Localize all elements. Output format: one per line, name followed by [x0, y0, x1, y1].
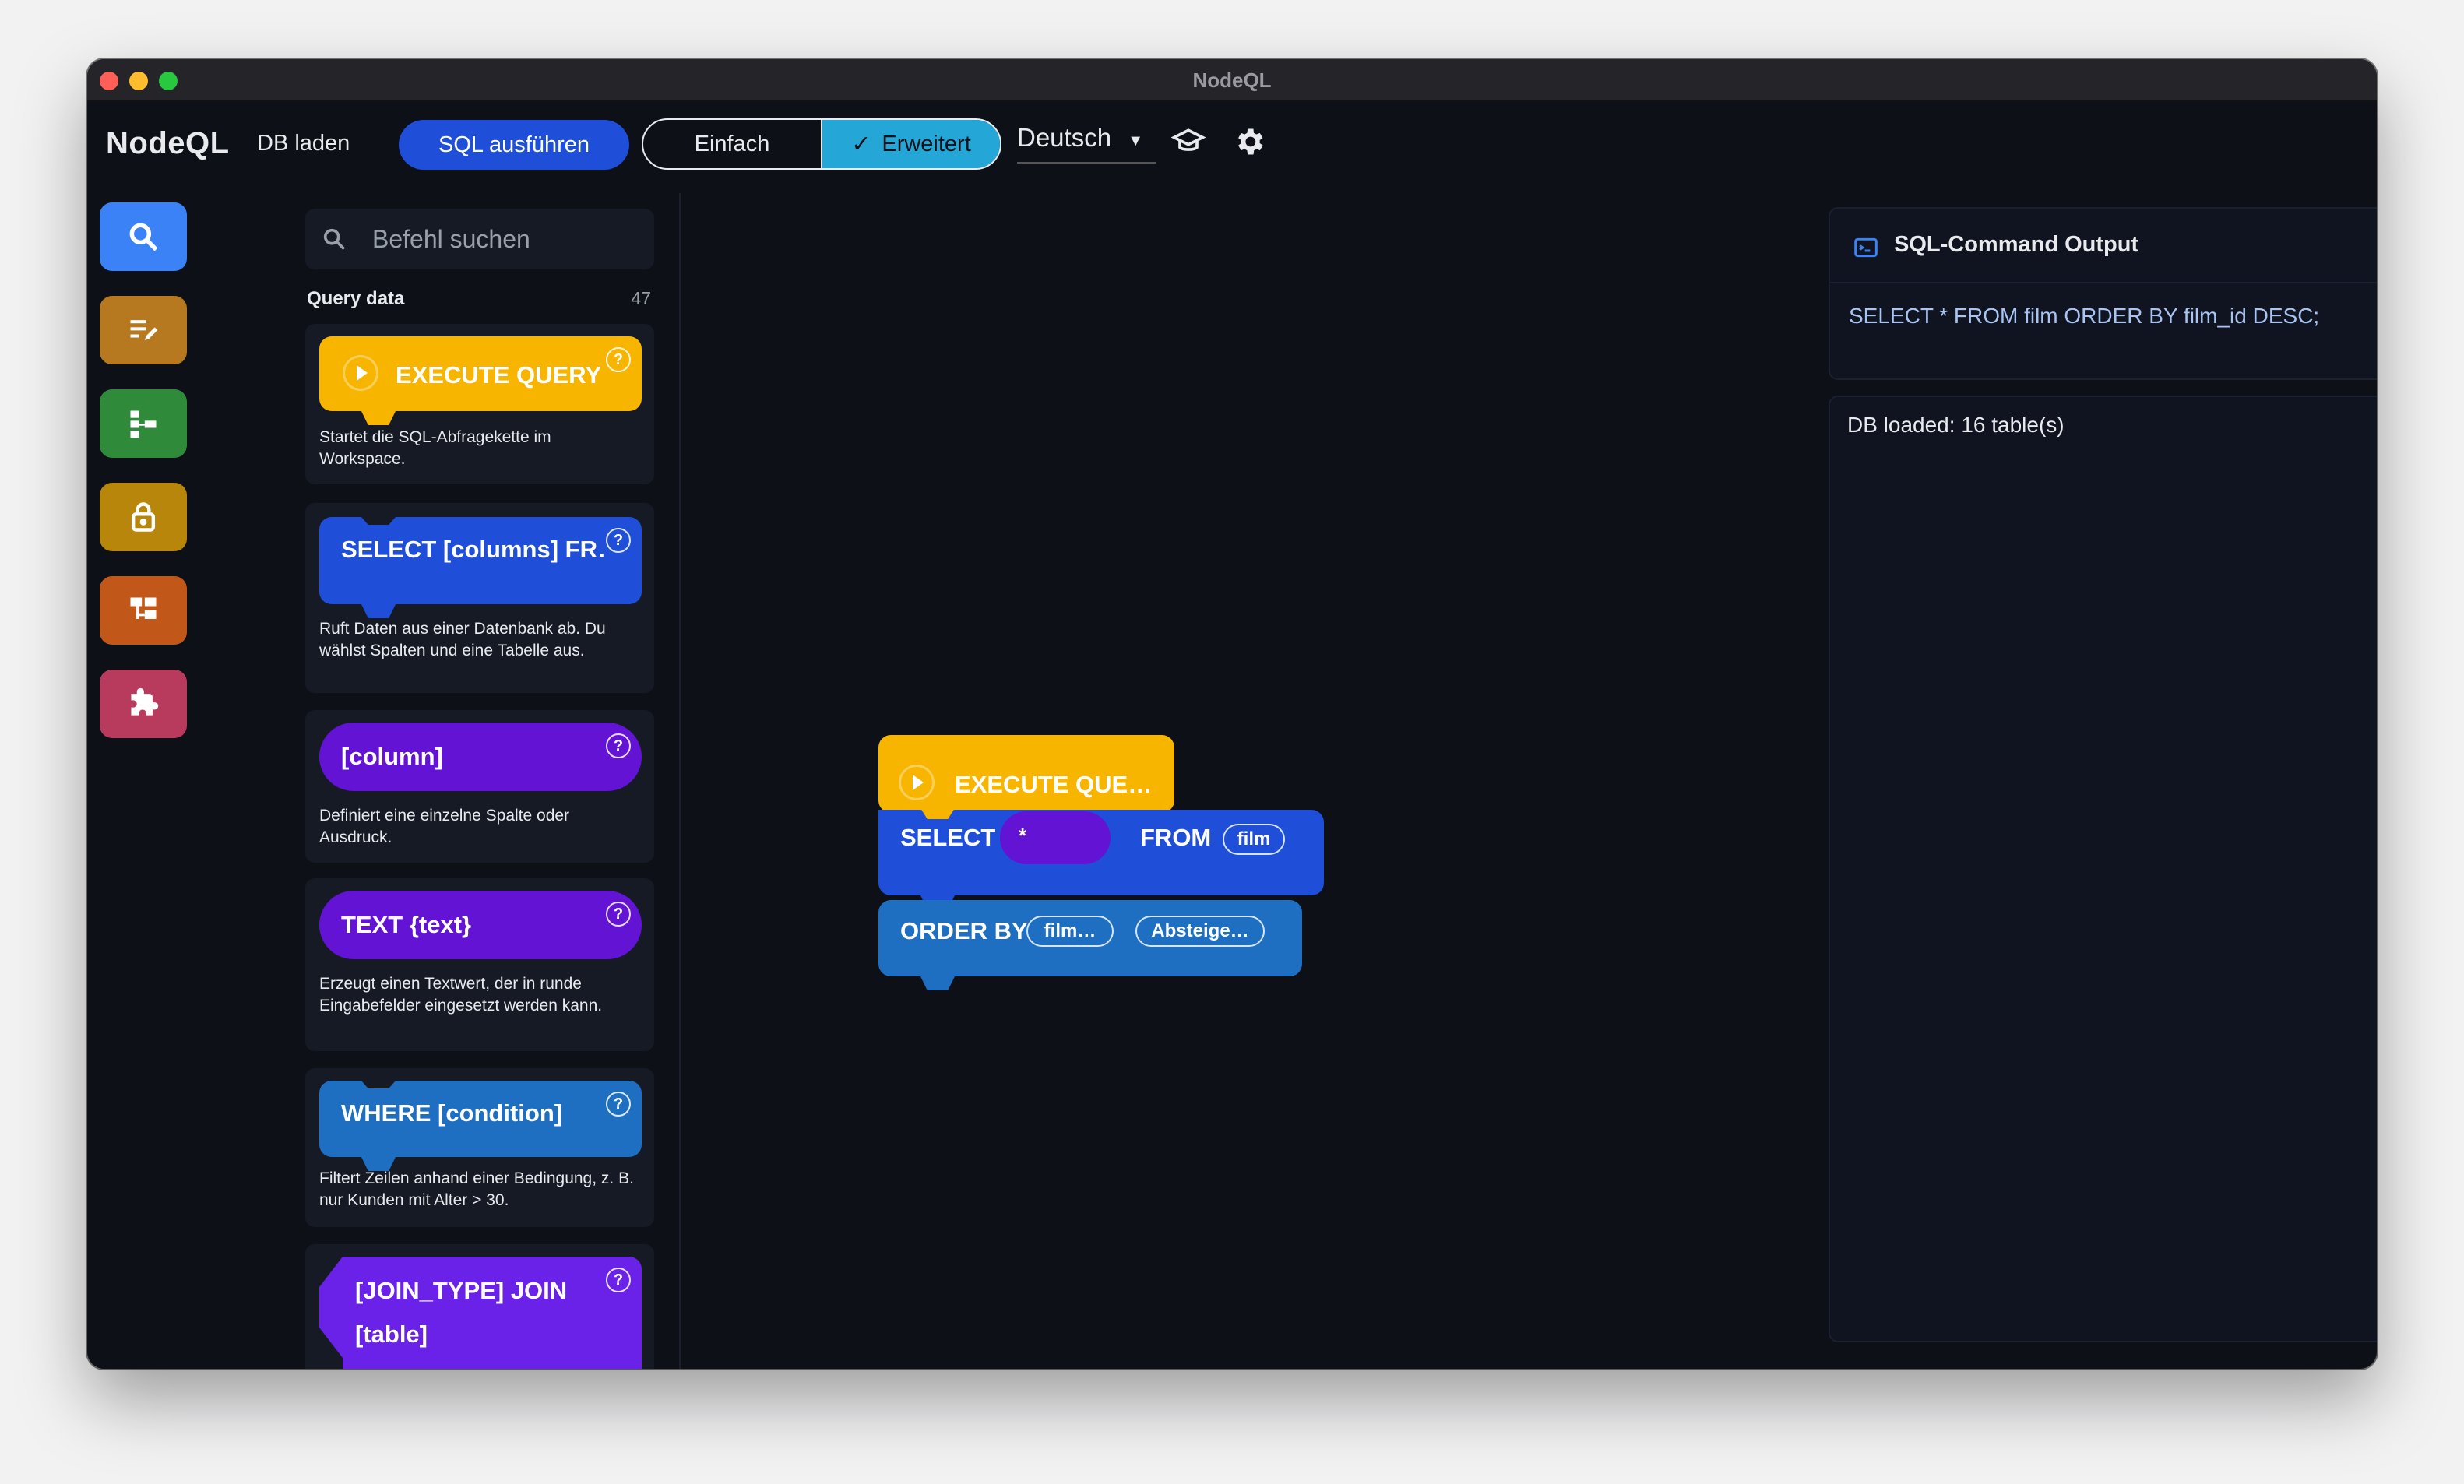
search-icon — [323, 228, 346, 251]
block-label: [column] — [341, 743, 443, 770]
block-connector-top — [361, 517, 396, 525]
block-label: SELECT [columns] FR… — [341, 536, 606, 563]
help-icon[interactable]: ? — [606, 902, 631, 927]
block-description: Ruft Daten aus einer Datenbank ab. Du wä… — [319, 620, 606, 659]
language-select[interactable]: Deutsch ▼ — [1017, 123, 1156, 164]
play-icon — [899, 765, 935, 800]
ws-select-label: SELECT — [900, 824, 996, 851]
ws-orderby-block[interactable]: ORDER BY film… Absteige… — [878, 900, 1302, 990]
play-icon — [343, 355, 378, 391]
app-brand: NodeQL — [106, 126, 230, 160]
block-description: Definiert eine einzelne Spalte oder Ausd… — [319, 807, 570, 846]
block-label-line1: [JOIN_TYPE] JOIN — [355, 1277, 568, 1304]
search-icon — [129, 223, 158, 251]
ws-column-slot[interactable]: * — [1000, 811, 1111, 864]
where-block[interactable]: WHERE [condition] ? — [319, 1081, 642, 1171]
block-connector — [920, 808, 955, 819]
output-panel: SQL-Command Output SELECT * FROM film OR… — [1793, 193, 2377, 1369]
block-label: EXECUTE QUERY — [396, 361, 602, 389]
checkmark-icon: ✓ — [851, 131, 871, 157]
block-library: Query data 47 EXECUTE QUERY ? Startet di… — [216, 193, 681, 1369]
rail-hierarchy-button[interactable] — [100, 576, 187, 645]
mode-toggle: Einfach ✓ Erweitert — [642, 118, 1001, 170]
block-connector — [361, 604, 396, 618]
section-title: Query data — [307, 288, 405, 309]
status-log: DB loaded: 16 table(s) — [1829, 396, 2377, 1342]
sql-output-header: SQL-Command Output — [1830, 209, 2377, 283]
load-db-button[interactable]: DB laden — [257, 131, 350, 156]
edit-list-icon — [130, 320, 158, 340]
ws-execute-block[interactable]: EXECUTE QUE… — [878, 735, 1174, 813]
search-input[interactable] — [372, 220, 637, 258]
app-window: NodeQL NodeQL DB laden SQL ausführen Ein… — [87, 59, 2377, 1369]
lock-icon — [131, 502, 156, 532]
run-sql-button[interactable]: SQL ausführen — [399, 120, 629, 170]
help-icon[interactable]: ? — [606, 528, 631, 553]
gear-icon[interactable] — [1232, 125, 1266, 159]
help-icon[interactable]: ? — [606, 1268, 631, 1292]
workspace-canvas[interactable]: EXECUTE QUE… SELECT * FROM film ORDER BY… — [681, 193, 1793, 1369]
library-card-select: SELECT [columns] FR… ? Ruft Daten aus ei… — [305, 503, 654, 693]
rail-lock-button[interactable] — [100, 483, 187, 551]
graduation-cap-icon[interactable] — [1170, 125, 1206, 159]
library-card-execute: EXECUTE QUERY ? Startet die SQL-Abfragek… — [305, 324, 654, 484]
category-rail — [87, 193, 216, 1369]
ws-orderby-label: ORDER BY — [900, 917, 1028, 944]
status-message: DB loaded: 16 table(s) — [1847, 413, 2064, 437]
hierarchy-icon — [130, 597, 157, 619]
terminal-icon — [1854, 237, 1878, 258]
block-description: Filtert Zeilen anhand einer Bedingung, z… — [319, 1169, 634, 1209]
join-block[interactable]: [JOIN_TYPE] JOIN [table] ? — [319, 1257, 642, 1369]
ws-table-field[interactable]: film — [1223, 824, 1285, 855]
rail-structure-button[interactable] — [100, 389, 187, 458]
section-count: 47 — [631, 288, 651, 308]
execute-query-block[interactable]: EXECUTE QUERY ? — [319, 336, 642, 425]
block-connector — [920, 976, 955, 990]
sql-output-card: SQL-Command Output SELECT * FROM film OR… — [1829, 207, 2377, 380]
command-search — [305, 209, 654, 269]
rail-search-button[interactable] — [100, 202, 187, 271]
text-block[interactable]: TEXT {text} ? — [319, 891, 642, 959]
column-block[interactable]: [column] ? — [319, 723, 642, 791]
mode-advanced-button[interactable]: ✓ Erweitert — [821, 120, 1000, 168]
block-label: WHERE [condition] — [341, 1099, 563, 1127]
window-title: NodeQL — [1192, 69, 1272, 92]
select-block[interactable]: SELECT [columns] FR… ? — [319, 517, 642, 618]
language-value: Deutsch — [1017, 123, 1112, 152]
rail-extensions-button[interactable] — [100, 670, 187, 738]
block-label-line2: [table] — [355, 1320, 428, 1348]
title-bar: NodeQL — [87, 59, 2377, 101]
ws-column-value: * — [1019, 824, 1027, 847]
puzzle-icon — [131, 687, 159, 716]
library-card-where: WHERE [condition] ? Filtert Zeilen anhan… — [305, 1068, 654, 1227]
chevron-down-icon: ▼ — [1128, 132, 1143, 149]
library-card-column: [column] ? Definiert eine einzelne Spalt… — [305, 710, 654, 863]
help-icon[interactable]: ? — [606, 347, 631, 372]
ws-from-label: FROM — [1140, 824, 1212, 851]
library-card-text: TEXT {text} ? Erzeugt einen Textwert, de… — [305, 878, 654, 1051]
block-description: Erzeugt einen Textwert, der in runde Ein… — [319, 975, 603, 1015]
ws-orderby-direction-field[interactable]: Absteige… — [1135, 916, 1265, 947]
tree-structure-icon — [130, 410, 157, 438]
help-icon[interactable]: ? — [606, 1092, 631, 1117]
block-description: Startet die SQL-Abfragekette im Workspac… — [319, 428, 551, 468]
sql-output-title: SQL-Command Output — [1894, 232, 2139, 257]
block-connector — [361, 411, 396, 425]
mode-advanced-label: Erweitert — [882, 131, 971, 156]
ws-execute-label: EXECUTE QUE… — [955, 771, 1153, 798]
block-label: TEXT {text} — [341, 911, 472, 938]
help-icon[interactable]: ? — [606, 733, 631, 758]
ws-select-block[interactable]: SELECT * FROM film — [878, 808, 1324, 909]
rail-edit-button[interactable] — [100, 296, 187, 364]
library-card-join: [JOIN_TYPE] JOIN [table] ? — [305, 1244, 654, 1369]
sql-output-text: SELECT * FROM film ORDER BY film_id DESC… — [1849, 304, 2320, 328]
toolbar: NodeQL DB laden SQL ausführen Einfach ✓ … — [87, 101, 2377, 193]
mode-simple-button[interactable]: Einfach — [643, 120, 821, 168]
ws-orderby-column-field[interactable]: film… — [1026, 916, 1114, 947]
join-side-notch — [319, 1257, 343, 1358]
block-connector-top — [361, 1081, 396, 1088]
